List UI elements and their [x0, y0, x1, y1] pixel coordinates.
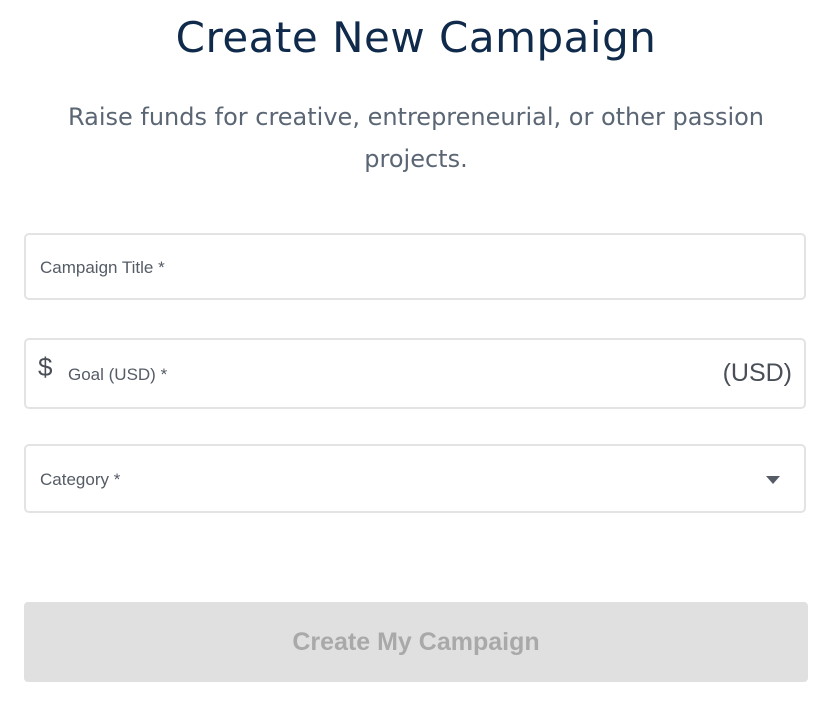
goal-field[interactable]: $ Goal (USD) * (USD) — [24, 338, 806, 409]
category-label: Category * — [40, 470, 121, 489]
currency-suffix: (USD) — [722, 359, 792, 387]
category-select[interactable]: Category * — [24, 444, 806, 513]
goal-label: Goal (USD) * — [68, 365, 168, 384]
create-campaign-button[interactable]: Create My Campaign — [24, 602, 808, 682]
chevron-down-icon[interactable] — [766, 476, 780, 484]
page-subtitle: Raise funds for creative, entrepreneuria… — [67, 103, 765, 173]
campaign-title-field[interactable]: Campaign Title * — [24, 233, 806, 300]
campaign-title-label: Campaign Title * — [40, 258, 165, 277]
dollar-sign-icon: $ — [38, 352, 53, 382]
page-title: Create New Campaign — [175, 13, 657, 62]
